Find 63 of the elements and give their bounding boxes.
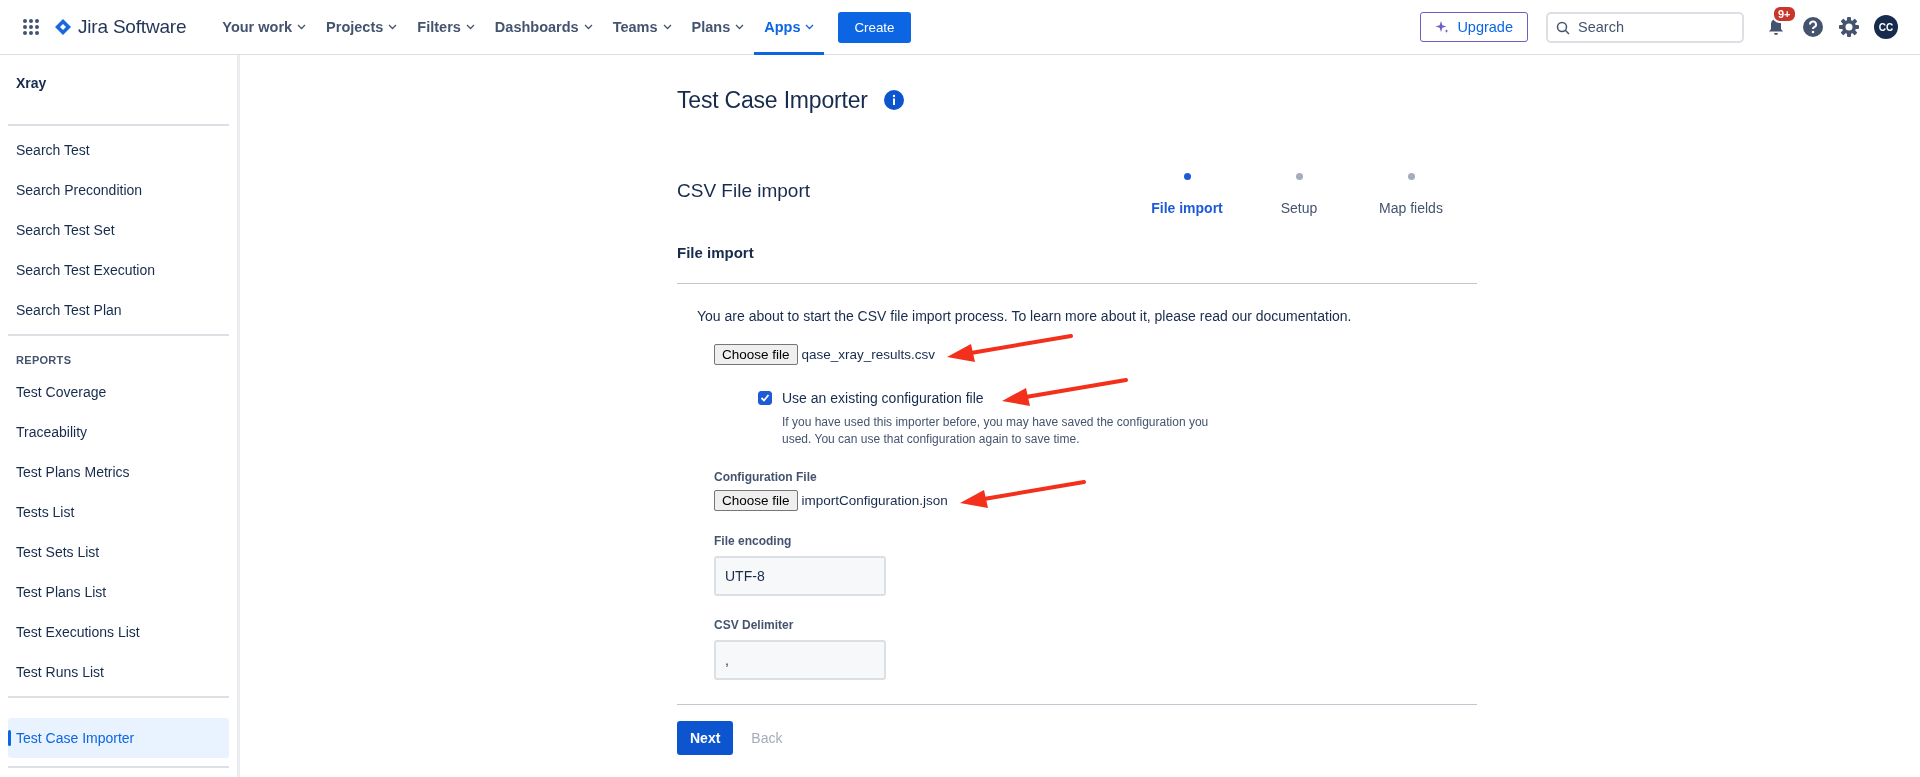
sidebar-title: Xray <box>15 74 48 93</box>
sidebar-item[interactable]: Test Runs List <box>8 652 229 692</box>
chevron-icon <box>662 24 672 30</box>
sidebar-section-heading: REPORTS <box>15 353 73 368</box>
encoding-field[interactable]: UTF-8 <box>714 556 886 596</box>
nav-menu-item[interactable]: Projects <box>316 0 408 55</box>
nav-menu-item[interactable]: Apps <box>754 0 825 55</box>
chevron-icon <box>465 24 475 30</box>
chevron-icon <box>297 24 307 30</box>
sidebar-item[interactable]: Tests List <box>8 492 229 532</box>
delimiter-field[interactable]: , <box>714 640 886 680</box>
intro-text: You are about to start the CSV file import process. To learn more about it, please read our documentation. <box>697 308 1353 324</box>
field-label: CSV Delimiter <box>714 618 795 632</box>
nav-menu-item[interactable]: Teams <box>602 0 682 55</box>
chevron-icon <box>735 24 745 30</box>
sidebar-item[interactable]: Test Executions List <box>8 612 229 652</box>
nav-menu-item[interactable]: Filters <box>407 0 485 55</box>
sidebar-item[interactable]: Test Coverage <box>8 372 229 412</box>
choose-file-button[interactable]: Choose file <box>714 343 798 365</box>
field-label: File encoding <box>714 534 793 548</box>
diamond-logo-icon <box>54 18 72 36</box>
chevron-icon <box>583 24 593 30</box>
sidebar-item[interactable]: Test Plans Metrics <box>8 452 229 492</box>
next-button[interactable]: Next <box>677 721 734 755</box>
sidebar-item[interactable]: Search Precondition <box>8 170 229 210</box>
sidebar-item[interactable]: Search Test Set <box>8 210 229 250</box>
app-switcher-icon[interactable] <box>22 18 40 36</box>
step-label: Map fields <box>1379 200 1443 216</box>
info-icon[interactable] <box>883 90 904 110</box>
help-text: If you have used this importer before, you may have saved the configuration you used. You can use that configuration again to save time. <box>782 414 1210 448</box>
section-title: File import <box>677 244 755 261</box>
product-name[interactable]: Jira Software <box>78 16 187 38</box>
file-name: qase_xray_results.csv <box>801 346 936 362</box>
chevron-icon <box>388 24 398 30</box>
nav-menu-item[interactable]: Plans <box>681 0 755 55</box>
choose-file-button[interactable]: Choose file <box>714 489 798 511</box>
sidebar-item[interactable]: Search Test Plan <box>8 290 229 330</box>
search-field[interactable]: Search <box>1546 11 1744 43</box>
create-button[interactable]: Create <box>838 11 911 43</box>
checkbox[interactable] <box>758 391 772 405</box>
nav-menu-item[interactable]: Your work <box>212 0 317 55</box>
page-title: Test Case Importer <box>677 86 868 114</box>
bell-icon[interactable] <box>1766 17 1786 37</box>
chevron-icon <box>805 24 815 30</box>
user-avatar[interactable]: CC <box>1874 15 1898 39</box>
notification-count: 9+ <box>1772 5 1797 23</box>
field-label: Configuration File <box>714 470 818 484</box>
importer-subtitle: CSV File import <box>677 180 811 202</box>
sidebar-item[interactable]: Test Case Importer <box>8 718 229 758</box>
sparkle-icon <box>1435 20 1450 34</box>
sidebar-item[interactable]: Test Plans List <box>8 572 229 612</box>
sidebar-item[interactable]: Traceability <box>8 412 229 452</box>
search-icon <box>1556 20 1570 35</box>
sidebar-item[interactable]: Test Sets List <box>8 532 229 572</box>
nav-menu-item[interactable]: Dashboards <box>484 0 603 55</box>
step-label: File import <box>1151 200 1223 216</box>
help-icon[interactable] <box>1802 16 1824 38</box>
step-label: Setup <box>1280 200 1318 216</box>
checkbox-label[interactable]: Use an existing configuration file <box>782 390 984 406</box>
file-name: importConfiguration.json <box>801 492 948 508</box>
sidebar-item[interactable]: Search Test <box>8 130 229 170</box>
sidebar-item[interactable]: Search Test Execution <box>8 250 229 290</box>
upgrade-button[interactable]: Upgrade <box>1420 12 1528 42</box>
